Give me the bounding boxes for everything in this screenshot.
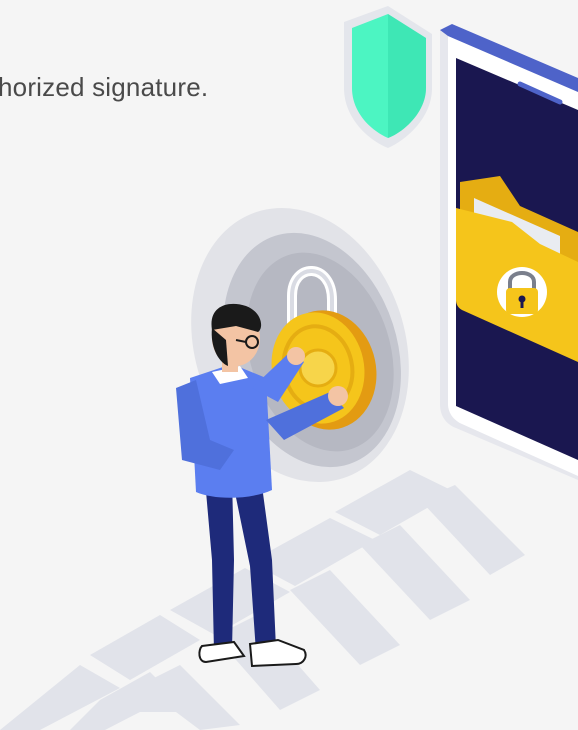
caption-text: horized signature. [0,72,209,102]
shield-icon [344,6,432,148]
padlock-icon [497,267,547,317]
security-illustration [0,6,578,730]
page: horized signature. [0,0,578,730]
